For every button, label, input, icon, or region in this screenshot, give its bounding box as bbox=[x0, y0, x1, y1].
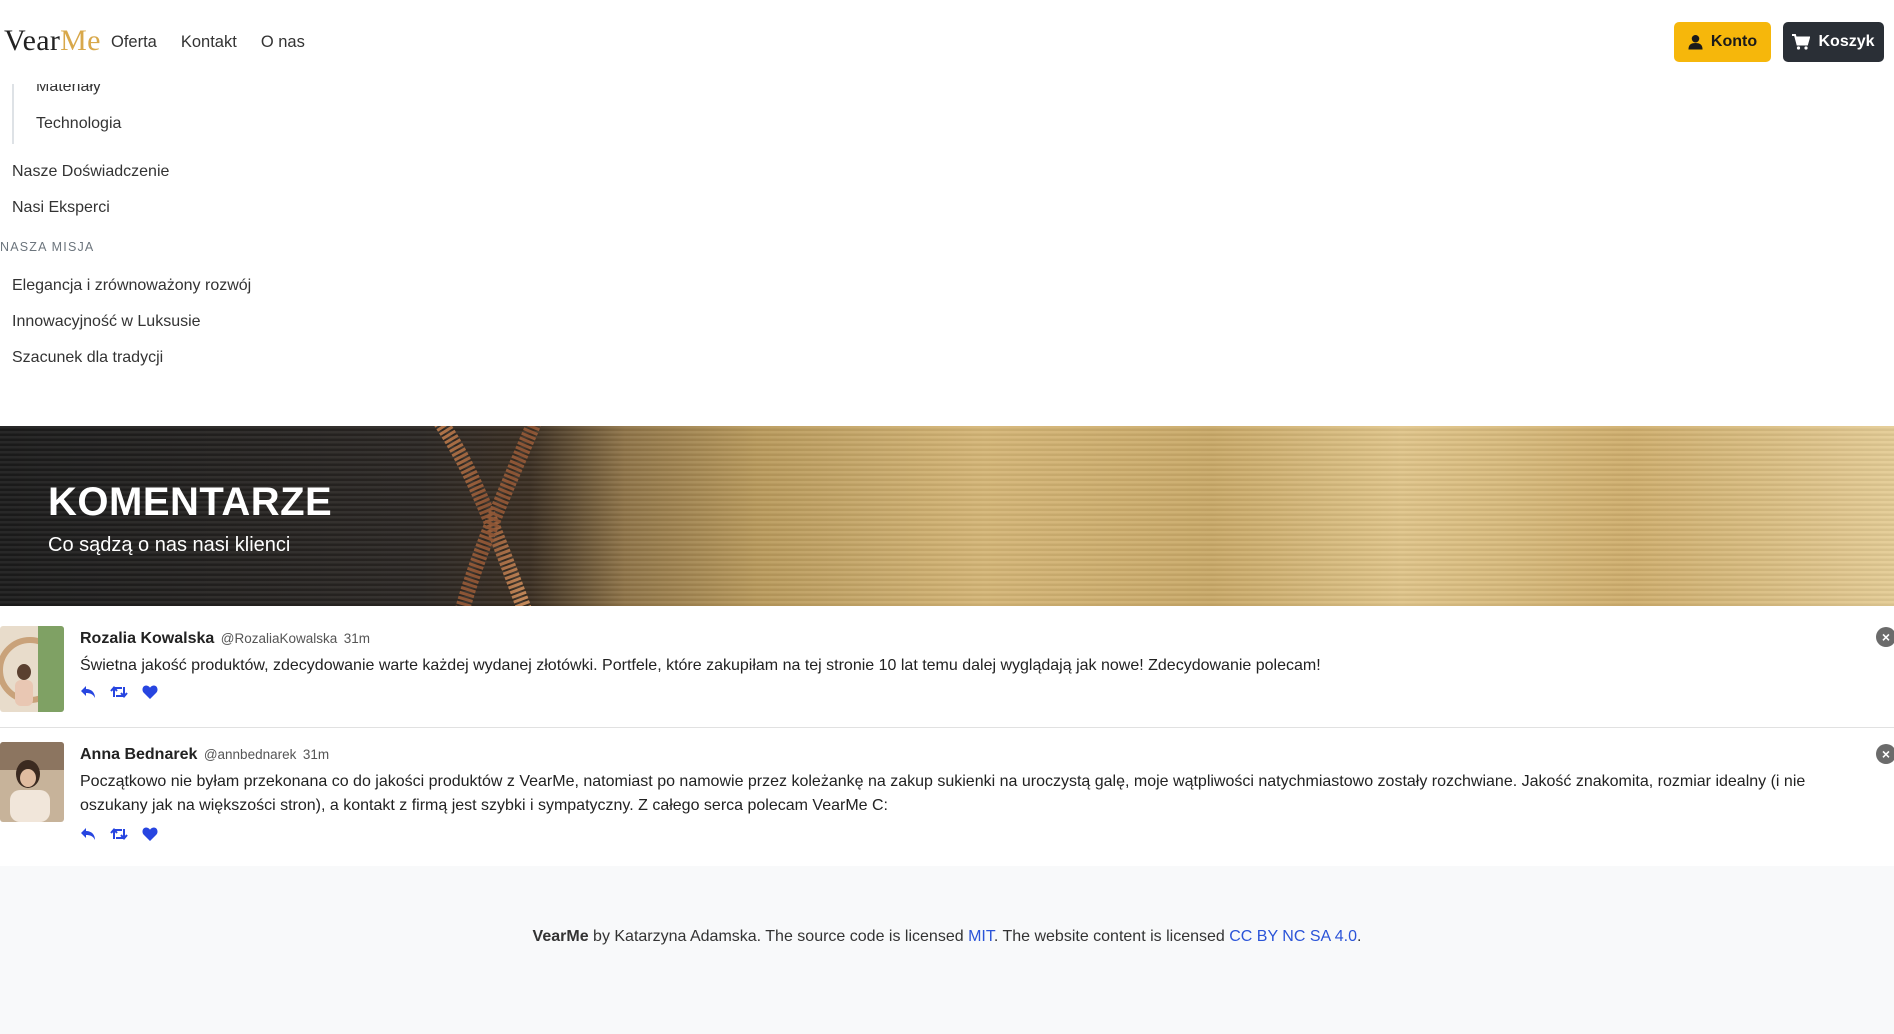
nav-link-kontakt[interactable]: Kontakt bbox=[181, 33, 237, 52]
close-icon[interactable]: × bbox=[1876, 627, 1894, 647]
retweet-icon[interactable] bbox=[110, 826, 128, 842]
comment-actions bbox=[80, 684, 158, 700]
comments-hero-banner: KOMENTARZE Co sądzą o nas nasi klienci bbox=[0, 426, 1894, 606]
hero-subtitle: Co sądzą o nas nasi klienci bbox=[48, 534, 291, 556]
comment-header: Anna Bednarek @annbednarek 31m bbox=[80, 746, 329, 764]
comment-handle: @RozaliaKowalska bbox=[220, 631, 338, 646]
comment-time: 31m bbox=[302, 747, 330, 762]
heart-icon[interactable] bbox=[142, 684, 158, 700]
sidebar-heading-misja: NASZA MISJA bbox=[0, 240, 95, 254]
avatar bbox=[0, 742, 64, 822]
cc-license-link[interactable]: CC BY NC SA 4.0 bbox=[1229, 928, 1357, 945]
sidebar-item-doswiadczenie[interactable]: Nasze Doświadczenie bbox=[12, 163, 169, 181]
nav-link-oferta[interactable]: Oferta bbox=[111, 33, 157, 52]
navbar: VearMe Oferta Kontakt O nas Konto Koszyk bbox=[0, 0, 1894, 84]
account-button[interactable]: Konto bbox=[1674, 22, 1771, 62]
comment-text: Świetna jakość produktów, zdecydowanie w… bbox=[80, 657, 1321, 674]
sidebar-item-eksperci[interactable]: Nasi Eksperci bbox=[12, 199, 110, 217]
brand-part1: Vear bbox=[4, 24, 61, 57]
main-nav: Oferta Kontakt O nas bbox=[111, 33, 329, 52]
hero-title: KOMENTARZE bbox=[48, 480, 333, 524]
footer-by-text: by Katarzyna Adamska. The source code is… bbox=[588, 928, 969, 945]
subnav-border bbox=[12, 78, 14, 144]
avatar bbox=[0, 626, 64, 712]
reply-icon[interactable] bbox=[80, 826, 96, 842]
footer-end: . bbox=[1357, 928, 1362, 945]
footer-brand: VearMe bbox=[532, 928, 589, 945]
brand-logo[interactable]: VearMe bbox=[4, 24, 101, 58]
footer: VearMe by Katarzyna Adamska. The source … bbox=[0, 866, 1894, 1034]
user-icon bbox=[1688, 34, 1703, 50]
comment-item: Rozalia Kowalska @RozaliaKowalska 31m Św… bbox=[0, 624, 1894, 728]
comment-author[interactable]: Anna Bednarek bbox=[80, 746, 197, 763]
nav-link-o-nas[interactable]: O nas bbox=[261, 33, 305, 52]
sidebar-item-technologia[interactable]: Technologia bbox=[36, 115, 121, 133]
comment-header: Rozalia Kowalska @RozaliaKowalska 31m bbox=[80, 630, 370, 648]
sidebar-item-innowacyjnosc[interactable]: Innowacyjność w Luksusie bbox=[12, 313, 201, 331]
close-icon[interactable]: × bbox=[1876, 744, 1894, 764]
cart-icon bbox=[1792, 34, 1811, 50]
heart-icon[interactable] bbox=[142, 826, 158, 842]
comment-author[interactable]: Rozalia Kowalska bbox=[80, 630, 214, 647]
comment-item: Anna Bednarek @annbednarek 31m Początkow… bbox=[0, 740, 1894, 866]
reply-icon[interactable] bbox=[80, 684, 96, 700]
comment-handle: @annbednarek bbox=[203, 747, 297, 762]
comment-text: Początkowo nie byłam przekonana co do ja… bbox=[80, 773, 1806, 814]
footer-text: VearMe by Katarzyna Adamska. The source … bbox=[0, 928, 1894, 946]
comment-time: 31m bbox=[343, 631, 370, 646]
mit-license-link[interactable]: MIT bbox=[968, 928, 994, 945]
sidebar-item-szacunek[interactable]: Szacunek dla tradycji bbox=[12, 349, 163, 367]
sidebar-item-elegancja[interactable]: Elegancja i zrównoważony rozwój bbox=[12, 277, 251, 295]
comment-actions bbox=[80, 826, 158, 842]
retweet-icon[interactable] bbox=[110, 684, 128, 700]
account-label: Konto bbox=[1710, 33, 1758, 50]
brand-part2: Me bbox=[60, 24, 101, 57]
footer-content-text: . The website content is licensed bbox=[993, 928, 1230, 945]
cart-button[interactable]: Koszyk bbox=[1783, 22, 1884, 62]
cart-label: Koszyk bbox=[1818, 33, 1875, 50]
